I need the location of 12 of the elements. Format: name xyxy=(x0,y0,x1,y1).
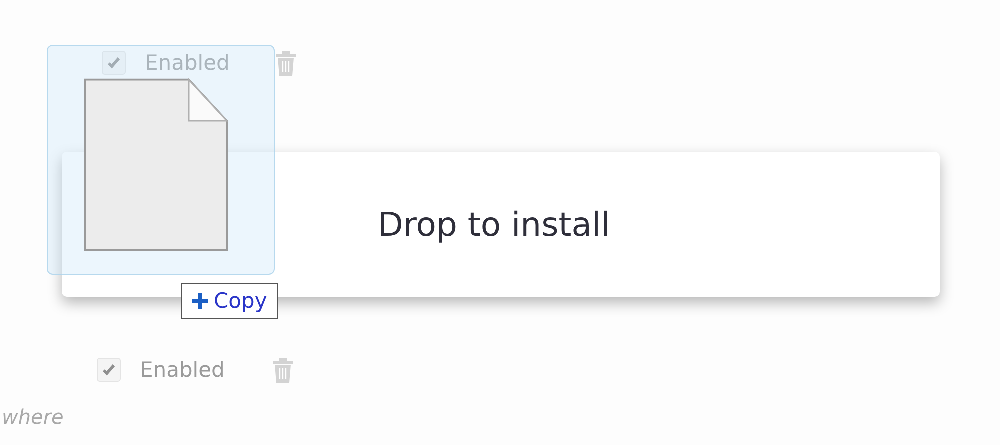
checkmark-icon xyxy=(101,362,117,378)
trash-icon[interactable] xyxy=(270,356,295,384)
plus-icon xyxy=(190,291,210,311)
copy-label: Copy xyxy=(214,289,268,313)
drop-message: Drop to install xyxy=(378,205,610,244)
checkbox[interactable] xyxy=(97,358,121,382)
footer-text: where xyxy=(2,405,64,429)
checkmark-icon xyxy=(106,55,122,71)
enabled-label: Enabled xyxy=(145,51,230,75)
checkbox[interactable] xyxy=(102,51,126,75)
enabled-label: Enabled xyxy=(140,358,225,382)
trash-icon[interactable] xyxy=(274,49,298,77)
